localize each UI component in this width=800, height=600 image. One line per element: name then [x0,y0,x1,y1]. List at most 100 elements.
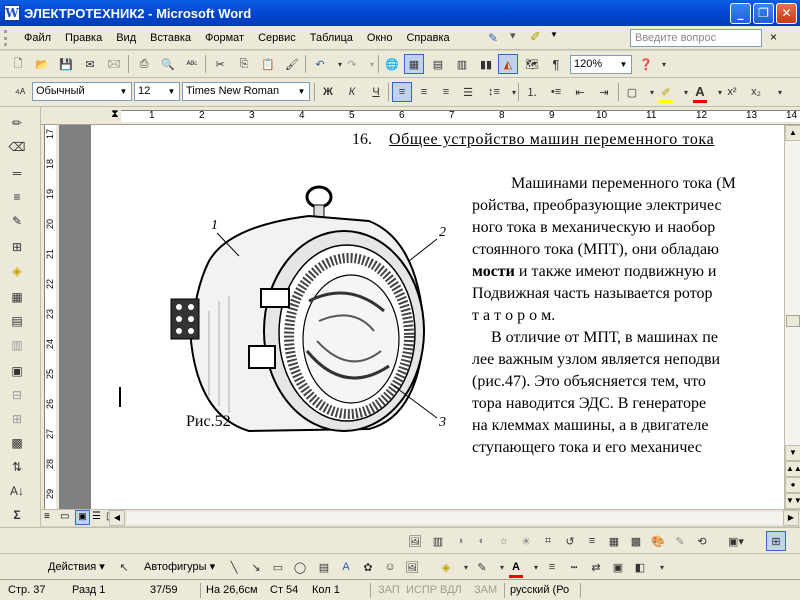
status-ovr[interactable]: ЗАМ [474,584,497,596]
bullets-icon[interactable]: •≡ [546,82,566,102]
permission-icon[interactable]: ✉ [80,54,100,74]
font-select[interactable]: Times New Roman ▼ [182,82,310,101]
rectangle-tool-icon[interactable]: ▭ [268,557,288,577]
text-wrapping-icon[interactable]: ▩ [626,531,646,551]
toolbar-options-icon-3[interactable]: ▾ [770,82,790,102]
new-doc-icon[interactable]: 🗋 [8,54,28,74]
arrow-style-icon[interactable]: ⇄ [586,557,606,577]
highlight-icon[interactable]: ✐ [656,82,676,102]
decrease-indent-icon[interactable]: ⇤ [570,82,590,102]
autosum-icon[interactable]: Σ [6,505,28,525]
spelling-icon[interactable]: ᴬᴮᶜ [182,54,202,74]
font-size-select[interactable]: 12 ▼ [134,82,180,101]
align-cell-icon[interactable]: ▣ [6,361,28,381]
menu-file[interactable]: Файл [17,32,58,44]
print-preview-icon[interactable]: 🔍 [158,54,178,74]
insert-excel-icon[interactable]: ▥ [452,54,472,74]
status-trk[interactable]: ИСПР [406,584,437,596]
menu-insert[interactable]: Вставка [143,32,198,44]
color-icon[interactable]: ▥ [428,531,448,551]
normal-view-icon[interactable]: ≡ [44,511,50,522]
line-spacing-dropdown-icon[interactable]: ▾ [504,82,524,102]
line-style-icon[interactable]: ═ [6,163,28,183]
autoshapes-menu[interactable]: Автофигуры ▾ [144,560,215,573]
underline-button[interactable]: Ч [366,82,386,102]
crop-icon[interactable]: ⌗ [538,531,558,551]
line-style-picture-icon[interactable]: ≡ [582,531,602,551]
text-box-icon[interactable]: ▤ [314,557,334,577]
distribute-rows-icon[interactable]: ⊟ [6,385,28,405]
bold-button[interactable]: Ж [318,82,338,102]
merge-cells-icon[interactable]: ▤ [6,311,28,331]
style-select[interactable]: Обычный ▼ [32,82,132,101]
subscript-button[interactable]: x₂ [746,82,766,102]
less-contrast-icon[interactable]: ◐ [472,531,492,551]
more-contrast-icon[interactable]: ◑ [450,531,470,551]
line-spacing-icon[interactable]: ↕≡ [484,82,504,102]
font-color-icon[interactable]: A [690,81,710,101]
line-color-icon[interactable]: ✎ [472,557,492,577]
document-area[interactable]: 16. Общее устройство машин переменного т… [59,125,784,509]
menu-window[interactable]: Окно [360,32,400,44]
grid-icon[interactable]: ⊞ [766,531,786,551]
insert-picture-icon[interactable]: 🖼 [405,531,425,551]
tables-borders-icon[interactable]: ▦ [404,54,424,74]
hyperlink-icon[interactable]: 🌐 [382,54,402,74]
insert-table-icon[interactable]: ▤ [428,54,448,74]
menu-format[interactable]: Формат [198,32,251,44]
toolbar-options-icon[interactable]: ▾ [510,29,516,42]
vertical-ruler[interactable]: 17 18 19 20 21 22 23 24 25 26 27 28 29 [41,125,59,509]
superscript-button[interactable]: x² [722,82,742,102]
scroll-right-icon[interactable]: ▶ [783,510,799,526]
horizontal-ruler[interactable]: ⧗ 1 2 3 4 5 6 7 8 9 10 11 12 13 14 [41,107,800,125]
increase-indent-icon[interactable]: ⇥ [594,82,614,102]
highlight-pen-icon[interactable]: ✐ [530,29,541,45]
print-icon[interactable]: ⎙ [134,54,154,74]
menu-help[interactable]: Справка [399,32,456,44]
menu-edit[interactable]: Правка [58,32,109,44]
dash-style-icon[interactable]: ┅ [564,557,584,577]
save-icon[interactable]: 💾 [56,54,76,74]
open-icon[interactable]: 📂 [32,54,52,74]
wrap-dropdown-icon[interactable]: ▣▾ [726,531,746,551]
text-direction-icon[interactable]: ⇅ [6,457,28,477]
less-brightness-icon[interactable]: ☀ [516,531,536,551]
word-app-icon[interactable]: W [4,5,20,21]
scroll-left-icon[interactable]: ◀ [109,510,125,526]
show-formatting-icon[interactable]: ¶ [546,54,566,74]
redo-dropdown-icon[interactable]: ▾ [362,54,382,74]
outside-border-icon[interactable]: ⊞ [6,237,28,257]
align-left-icon[interactable]: ≡ [392,82,412,102]
insert-image-icon[interactable]: 🖼 [402,557,422,577]
split-cells-icon[interactable]: ▥ [6,335,28,355]
align-center-icon[interactable]: ≡ [414,82,434,102]
ask-question-input[interactable]: Введите вопрос [630,29,762,47]
clip-art-icon[interactable]: ☺ [380,557,400,577]
styles-pane-icon[interactable]: ⁴ᴬ [10,83,30,103]
print-layout-view-icon[interactable]: ▣ [75,510,90,525]
maximize-button[interactable]: ❐ [753,3,774,24]
cut-icon[interactable]: ✂ [210,54,230,74]
justify-icon[interactable]: ☰ [458,82,478,102]
reset-picture-icon[interactable]: ⟲ [692,531,712,551]
line-tool-icon[interactable]: ╲ [224,557,244,577]
redo-icon[interactable]: ↷ [342,54,362,74]
columns-icon[interactable]: ▮▮ [476,54,496,74]
doc-close-icon[interactable]: × [770,30,777,44]
insert-table-side-icon[interactable]: ▦ [6,287,28,307]
hourglass-indent-icon[interactable]: ⧗ [111,108,119,121]
select-objects-icon[interactable]: ↖ [114,557,134,577]
zoom-select[interactable]: 120% ▼ [570,55,632,74]
distribute-columns-icon[interactable]: ⊞ [6,409,28,429]
line-style-draw-icon[interactable]: ≡ [542,557,562,577]
undo-icon[interactable]: ↶ [310,54,330,74]
menu-view[interactable]: Вид [109,32,143,44]
document-map-icon[interactable]: 🗺 [522,54,542,74]
shading-icon[interactable]: ◈ [6,261,28,281]
draw-toolbar-options-icon[interactable]: ▾ [652,557,672,577]
document-page[interactable]: 16. Общее устройство машин переменного т… [91,125,784,509]
format-picture-icon[interactable]: 🎨 [648,531,668,551]
more-brightness-icon[interactable]: ☼ [494,531,514,551]
scroll-thumb[interactable] [786,315,800,327]
numbering-icon[interactable]: ⒈ [522,82,542,102]
